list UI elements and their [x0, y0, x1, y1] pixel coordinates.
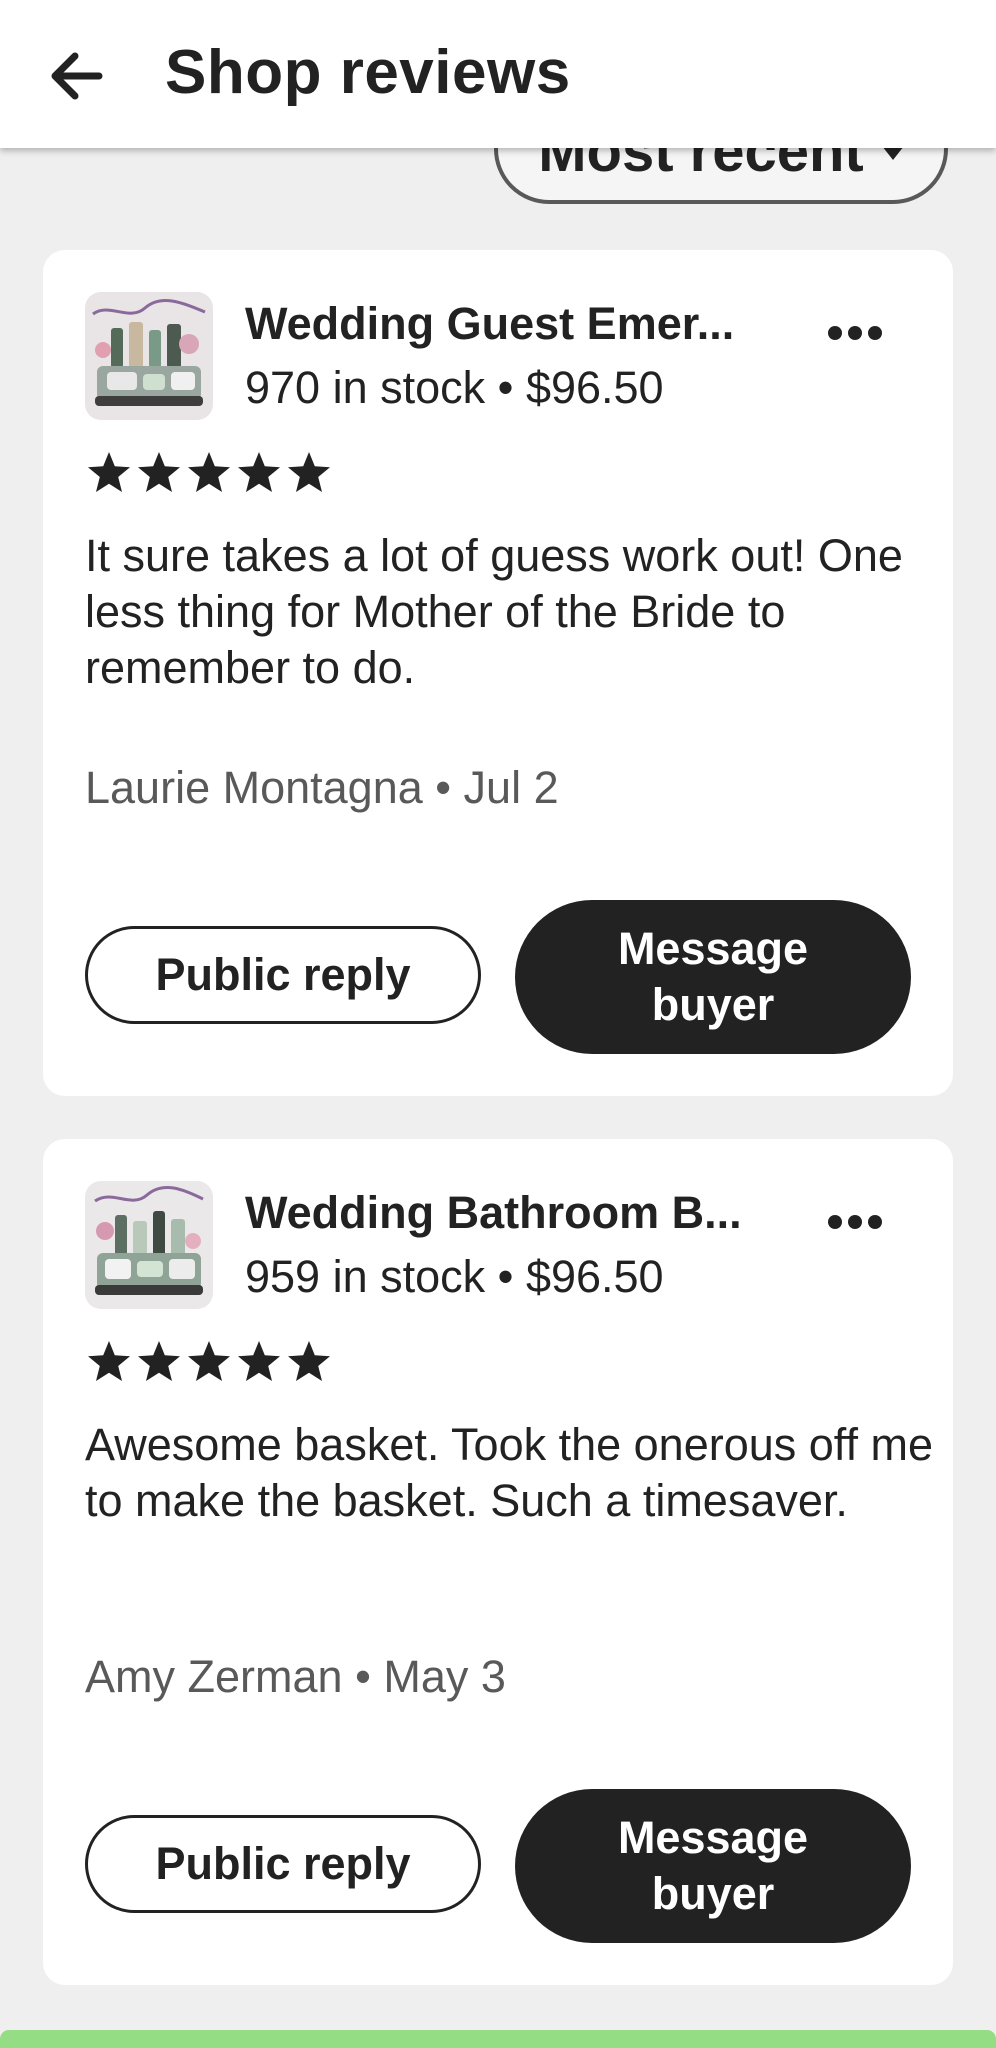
caret-down-icon — [881, 146, 904, 160]
review-card: Wedding Bathroom B... 959 in stock • $96… — [43, 1139, 953, 1985]
separator-dot: • — [435, 762, 452, 813]
public-reply-button[interactable]: Public reply — [85, 1815, 481, 1913]
listing-title[interactable]: Wedding Guest Emer... — [245, 296, 805, 352]
review-date: May 3 — [383, 1651, 506, 1702]
reviewer-line: Amy Zerman • May 3 — [85, 1649, 506, 1705]
review-date: Jul 2 — [463, 762, 559, 813]
message-buyer-button[interactable]: Message buyer — [515, 900, 911, 1054]
separator-dot: • — [497, 1251, 514, 1302]
star-rating — [85, 450, 333, 496]
review-text: Awesome basket. Took the onerous off me … — [85, 1419, 934, 1526]
star-icon — [138, 1341, 180, 1381]
listing-thumbnail[interactable] — [85, 292, 213, 420]
separator-dot: • — [355, 1651, 371, 1702]
star-icon — [238, 452, 280, 492]
reviewer-line: Laurie Montagna • Jul 2 — [85, 760, 559, 816]
listing-title[interactable]: Wedding Bathroom B... — [245, 1185, 805, 1241]
star-icon — [288, 1341, 330, 1381]
review-text: It sure takes a lot of guess work out! O… — [85, 530, 903, 693]
listing-price: $96.50 — [525, 362, 664, 413]
more-horizontal-icon — [828, 326, 882, 340]
stock-count: 970 in stock — [245, 362, 486, 413]
review-card: Wedding Guest Emer... 970 in stock • $96… — [43, 250, 953, 1096]
reviewer-name: Laurie Montagna — [85, 762, 423, 813]
public-reply-button[interactable]: Public reply — [85, 926, 481, 1024]
listing-meta: 959 in stock • $96.50 — [245, 1249, 664, 1305]
star-icon — [188, 1341, 230, 1381]
more-options-button[interactable] — [819, 1199, 891, 1245]
listing-thumbnail[interactable] — [85, 1181, 213, 1309]
listing-price: $96.50 — [525, 1251, 664, 1302]
star-icon — [188, 452, 230, 492]
more-horizontal-icon — [828, 1215, 882, 1229]
star-icon — [88, 452, 130, 492]
listing-meta: 970 in stock • $96.50 — [245, 360, 664, 416]
app-header: Shop reviews — [0, 0, 996, 148]
arrow-left-icon — [51, 52, 103, 100]
star-rating — [85, 1339, 333, 1385]
reviewer-name: Amy Zerman — [85, 1651, 343, 1702]
bottom-accent-bar — [0, 2030, 996, 2048]
star-icon — [288, 452, 330, 492]
page-title: Shop reviews — [165, 38, 571, 107]
back-button[interactable] — [38, 38, 114, 114]
separator-dot: • — [497, 362, 514, 413]
message-buyer-button[interactable]: Message buyer — [515, 1789, 911, 1943]
star-icon — [238, 1341, 280, 1381]
more-options-button[interactable] — [819, 310, 891, 356]
star-icon — [88, 1341, 130, 1381]
star-icon — [138, 452, 180, 492]
stock-count: 959 in stock — [245, 1251, 486, 1302]
